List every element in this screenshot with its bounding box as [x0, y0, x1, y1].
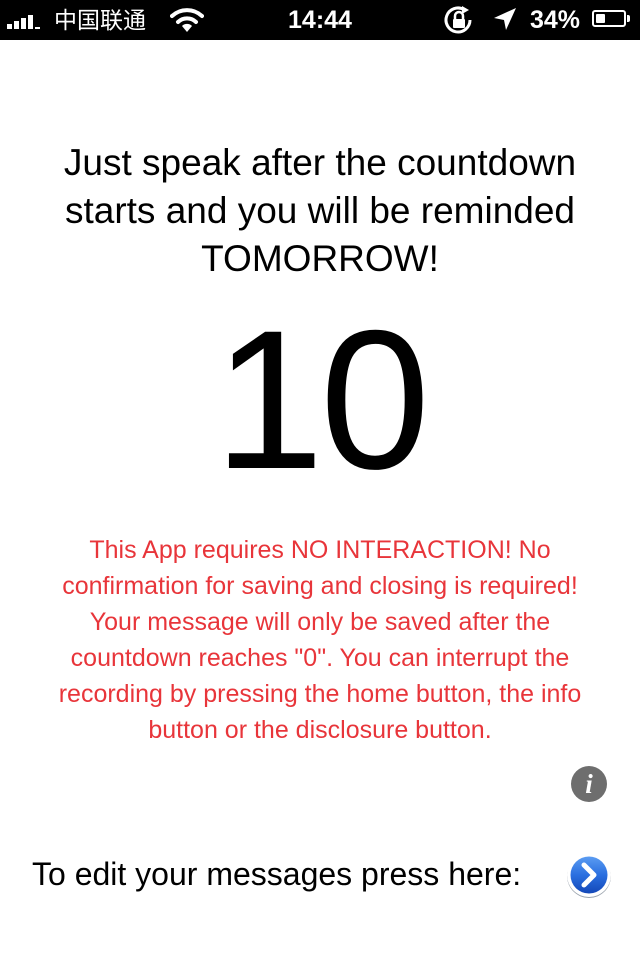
countdown-number: 10 [213, 289, 430, 510]
no-interaction-warning: This App requires NO INTERACTION! No con… [58, 536, 582, 744]
battery-percent: 34% [530, 6, 581, 34]
battery-icon [592, 10, 626, 27]
status-bar: 中国联通 14:44 34% [0, 0, 640, 40]
info-icon: i [585, 769, 593, 799]
battery-tip [627, 15, 630, 22]
disclosure-button[interactable] [565, 851, 613, 899]
battery-level [596, 14, 605, 23]
app-screen: 中国联通 14:44 34% Just speak after the coun… [0, 0, 640, 960]
rotation-lock-icon [442, 6, 476, 41]
location-icon [492, 6, 518, 41]
chevron-right-icon [567, 853, 611, 898]
edit-messages-label: To edit your messages press here: [32, 856, 522, 892]
instruction-headline: Just speak after the countdown starts an… [63, 142, 577, 279]
info-button[interactable]: i [571, 766, 607, 802]
